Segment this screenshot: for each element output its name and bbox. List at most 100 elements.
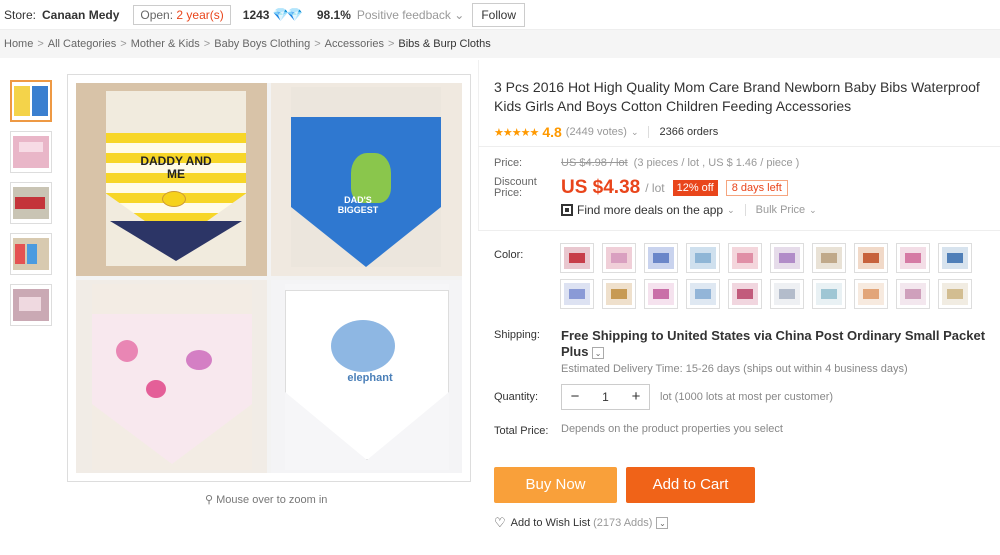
swatch-image-detail <box>863 289 879 299</box>
heart-icon[interactable]: ♡ <box>494 515 506 531</box>
chevron-down-icon[interactable]: ⌄ <box>631 127 639 138</box>
color-swatch[interactable] <box>728 243 762 273</box>
color-swatch[interactable] <box>770 279 804 309</box>
swatch-image-detail <box>737 253 753 263</box>
breadcrumb-accessories[interactable]: Accessories <box>325 38 384 50</box>
positive-feedback-link[interactable]: Positive feedback ⌄ <box>357 8 464 22</box>
color-swatch[interactable] <box>854 243 888 273</box>
add-to-cart-button[interactable]: Add to Cart <box>626 467 755 503</box>
follow-button[interactable]: Follow <box>472 2 526 27</box>
color-swatch[interactable] <box>602 279 636 309</box>
breadcrumb-separator: > <box>37 38 44 50</box>
color-swatch[interactable] <box>854 279 888 309</box>
rating-value: 4.8 <box>542 124 562 140</box>
chevron-down-icon[interactable]: ⌄ <box>809 205 817 216</box>
store-name[interactable]: Canaan Medy <box>42 8 119 22</box>
days-left-badge: 8 days left <box>725 180 788 196</box>
price-block: Price: US $4.98 / lot (3 pieces / lot , … <box>494 157 994 217</box>
positive-feedback-label: Positive feedback <box>356 7 451 22</box>
color-swatch[interactable] <box>896 243 930 273</box>
chevron-down-icon[interactable]: ⌄ <box>656 517 669 529</box>
shipping-method[interactable]: Free Shipping to United States via China… <box>561 328 999 360</box>
rating-row: ★★★★★ 4.8 (2449 votes) ⌄ 2366 orders <box>494 124 994 140</box>
buy-now-button[interactable]: Buy Now <box>494 467 617 503</box>
product-main-image[interactable]: DADDY AND ME DAD'S BIGGEST elephant <box>67 74 471 482</box>
original-price: US $4.98 / lot <box>561 157 628 169</box>
open-prefix: Open: <box>140 7 174 22</box>
bib-text-elephant: elephant <box>347 372 393 384</box>
chevron-down-icon[interactable]: ⌄ <box>727 205 735 216</box>
swatch-image-detail <box>947 253 963 263</box>
breadcrumb-home[interactable]: Home <box>4 38 33 50</box>
swatch-image-detail <box>905 289 921 299</box>
thumbnail-2[interactable] <box>10 131 52 173</box>
color-swatch[interactable] <box>686 279 720 309</box>
swatch-image-detail <box>737 289 753 299</box>
thumbnail-3[interactable] <box>10 182 52 224</box>
swatch-image-detail <box>905 253 921 263</box>
swatch-image-detail <box>569 289 585 299</box>
color-swatch[interactable] <box>644 279 678 309</box>
qr-code-icon[interactable] <box>561 204 573 216</box>
diamond-icon: 💎💎 <box>272 6 302 22</box>
positive-feedback-pct: 98.1% <box>316 7 351 22</box>
chevron-down-icon[interactable]: ⌄ <box>592 346 605 359</box>
color-swatch[interactable] <box>938 279 972 309</box>
color-swatch[interactable] <box>602 243 636 273</box>
color-swatch[interactable] <box>812 243 846 273</box>
zoom-hint-text: Mouse over to zoom in <box>216 494 328 506</box>
breadcrumb-baby-boys-clothing[interactable]: Baby Boys Clothing <box>214 38 310 50</box>
wish-list-row[interactable]: ♡ Add to Wish List (2173 Adds) ⌄ <box>494 515 669 531</box>
swatch-image-detail <box>821 289 837 299</box>
color-swatch[interactable] <box>812 279 846 309</box>
thumbnail-5[interactable] <box>10 284 52 326</box>
swatch-image-detail <box>653 289 669 299</box>
color-swatch[interactable] <box>686 243 720 273</box>
swatch-image-detail <box>695 253 711 263</box>
product-image-canvas: DADDY AND ME DAD'S BIGGEST elephant <box>76 83 462 473</box>
divider <box>744 204 746 216</box>
wish-list-count: (2173 Adds) <box>593 517 653 529</box>
image-quadrant-pink-bib <box>76 280 267 473</box>
discount-label-line2: Price: <box>494 187 523 199</box>
swatch-image-detail <box>653 253 669 263</box>
color-swatch[interactable] <box>728 279 762 309</box>
color-swatch[interactable] <box>560 243 594 273</box>
color-swatch[interactable] <box>938 243 972 273</box>
quantity-increase-button[interactable]: + <box>623 385 649 409</box>
quantity-input[interactable]: 1 <box>588 390 623 404</box>
color-swatch[interactable] <box>896 279 930 309</box>
breadcrumb-all-categories[interactable]: All Categories <box>48 38 116 50</box>
breadcrumb-mother-kids[interactable]: Mother & Kids <box>131 38 200 50</box>
votes-link[interactable]: (2449 votes) <box>566 126 627 138</box>
breadcrumb: Home > All Categories > Mother & Kids > Baby B… <box>4 38 491 50</box>
thumbnail-1[interactable] <box>10 80 52 122</box>
swatch-image-detail <box>821 253 837 263</box>
orders-count: 2366 orders <box>659 126 719 138</box>
open-years: 2 year(s) <box>176 7 224 22</box>
quantity-label: Quantity: <box>494 391 539 403</box>
bib-text-dads-biggest: DAD'S BIGGEST <box>337 195 379 215</box>
breadcrumb-bibs-burp-cloths[interactable]: Bibs & Burp Cloths <box>398 38 490 50</box>
color-swatch[interactable] <box>644 243 678 273</box>
delivery-estimate: Estimated Delivery Time: 15-26 days (shi… <box>561 363 908 375</box>
swatch-image-detail <box>947 289 963 299</box>
discount-price: US $4.38 <box>561 177 641 198</box>
bulk-price-dropdown[interactable]: Bulk Price <box>756 204 806 216</box>
app-deals-link[interactable]: Find more deals on the app <box>577 203 723 217</box>
store-label: Store: <box>4 7 37 22</box>
unit-price-note: (3 pieces / lot , US $ 1.46 / piece ) <box>633 157 800 169</box>
store-bar: Store: Canaan Medy Open: 2 year(s) 1243 … <box>0 0 1000 30</box>
wish-list-label[interactable]: Add to Wish List <box>511 517 590 529</box>
quantity-decrease-button[interactable]: − <box>562 385 588 409</box>
shipping-method-text: Free Shipping to United States via China… <box>561 328 986 359</box>
breadcrumb-separator: > <box>314 38 321 50</box>
thumbnail-4[interactable] <box>10 233 52 275</box>
color-swatch[interactable] <box>560 279 594 309</box>
product-info: 3 Pcs 2016 Hot High Quality Mom Care Bra… <box>494 78 994 140</box>
image-quadrant-daddy-and-me: DADDY AND ME <box>76 83 267 276</box>
search-icon: ⚲ <box>205 494 214 506</box>
color-swatch[interactable] <box>770 243 804 273</box>
feedback-score[interactable]: 1243 <box>243 8 270 22</box>
swatch-image-detail <box>779 289 795 299</box>
